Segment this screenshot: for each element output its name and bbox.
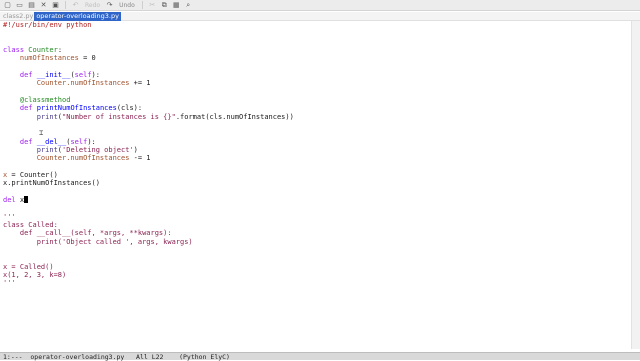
code-line: print('Deleting object') bbox=[36, 145, 138, 154]
mode-line: 1:--- operator-overloading3.py All L22 (… bbox=[0, 352, 640, 361]
new-file-icon[interactable]: ▢ bbox=[3, 1, 12, 9]
vertical-scrollbar[interactable] bbox=[631, 21, 640, 349]
undo-icon[interactable]: ↶ bbox=[71, 1, 80, 9]
code-line: numOfInstances = 0 bbox=[19, 54, 96, 63]
toolbar-separator bbox=[141, 1, 143, 9]
close-icon[interactable]: ✕ bbox=[39, 1, 48, 9]
code-line: print("Number of instances is {}".format… bbox=[36, 112, 294, 121]
code-line-current: del x bbox=[3, 196, 629, 204]
tab-class2[interactable]: class2.py bbox=[2, 12, 34, 21]
toolbar-separator bbox=[65, 1, 66, 9]
tab-bar: class2.py operator-overloading3.py bbox=[0, 11, 640, 21]
code-line: @classmethod bbox=[19, 95, 71, 104]
search-icon[interactable]: ⌕ bbox=[184, 1, 193, 9]
code-line: def __init__(self): bbox=[19, 70, 100, 79]
tab-operator-overloading3[interactable]: operator-overloading3.py bbox=[34, 11, 121, 21]
code-line: x = Called() bbox=[3, 262, 54, 271]
code-line: class Called: bbox=[3, 220, 58, 229]
code-line: class Counter: bbox=[3, 45, 63, 54]
code-line: ''' bbox=[3, 279, 16, 288]
cut-icon[interactable]: ✂ bbox=[148, 1, 157, 9]
undo-arrow-icon[interactable]: ↷ bbox=[105, 1, 114, 9]
code-line: Counter.numOfInstances += 1 bbox=[36, 79, 151, 88]
code-editor[interactable]: #!/usr/bin/env python class Counter: num… bbox=[3, 21, 629, 349]
redo-label[interactable]: Redo bbox=[83, 2, 102, 9]
code-line: Counter.numOfInstances -= 1 bbox=[36, 154, 151, 163]
code-line: def printNumOfInstances(cls): bbox=[19, 104, 143, 113]
code-line: print('Object called ', args, kwargs) bbox=[3, 237, 193, 246]
undo-label[interactable]: Undo bbox=[117, 2, 137, 9]
code-line: def __del__(self): bbox=[19, 137, 96, 146]
save-icon[interactable]: ▣ bbox=[51, 1, 60, 9]
open-file-icon[interactable]: ▭ bbox=[15, 1, 24, 9]
code-line: ''' bbox=[3, 212, 16, 221]
code-line: x = Counter() bbox=[3, 170, 58, 179]
code-line: x.printNumOfInstances() bbox=[3, 179, 100, 188]
code-line: x(1, 2, 3, k=8) bbox=[3, 270, 67, 279]
code-line: #!/usr/bin/env python bbox=[3, 21, 92, 29]
toolbar: ▢ ▭ ▤ ✕ ▣ ↶ Redo ↷ Undo ✂ ⧉ ▦ ⌕ bbox=[0, 0, 640, 11]
mouse-pointer-icon: ⌶ bbox=[39, 129, 44, 137]
text-cursor bbox=[24, 196, 29, 204]
copy-icon[interactable]: ⧉ bbox=[160, 1, 169, 9]
paste-icon[interactable]: ▦ bbox=[172, 1, 181, 9]
dired-icon[interactable]: ▤ bbox=[27, 1, 36, 9]
code-line: def __call__(self, *args, **kwargs): bbox=[3, 229, 172, 238]
